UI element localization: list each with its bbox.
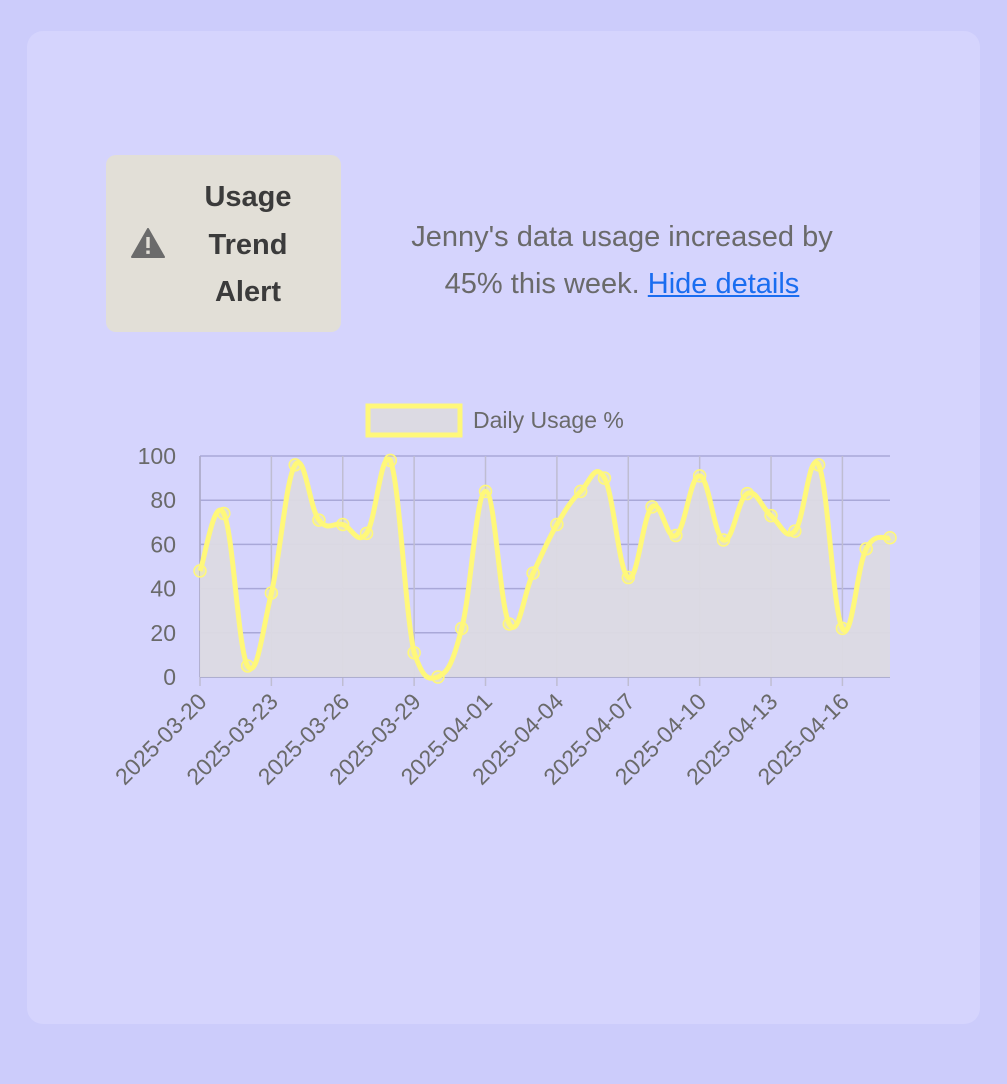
data-point (811, 458, 826, 472)
data-point (621, 570, 636, 585)
data-point (217, 506, 231, 521)
data-point (240, 659, 255, 673)
y-axis-tick-labels: 0 20 40 60 80 100 (138, 443, 176, 690)
data-point (692, 469, 707, 483)
legend-label: Daily Usage % (473, 407, 624, 433)
data-point (859, 542, 873, 556)
data-point (478, 484, 493, 499)
data-point (716, 533, 731, 547)
data-point (431, 670, 445, 684)
y-tick-label: 60 (150, 531, 176, 557)
data-point (550, 517, 564, 532)
data-point (573, 484, 588, 499)
daily-usage-chart: 0 20 40 60 80 100 2025-03-202025-03-232025-03… (110, 403, 897, 790)
series-area-fill (200, 458, 890, 679)
data-point (764, 508, 778, 523)
data-point (597, 471, 612, 485)
data-point (835, 621, 850, 636)
y-tick-label: 40 (150, 576, 176, 602)
data-point (288, 458, 302, 472)
data-point (526, 566, 540, 580)
data-point (883, 531, 897, 545)
data-point (454, 621, 469, 636)
y-tick-label: 80 (150, 487, 176, 513)
data-point (407, 645, 421, 660)
data-point (383, 453, 398, 468)
legend-swatch (365, 403, 463, 438)
data-point (359, 526, 374, 541)
data-point (740, 486, 754, 501)
y-tick-label: 20 (150, 620, 176, 646)
data-point (336, 517, 350, 532)
data-point (312, 513, 326, 527)
data-point (669, 528, 683, 543)
x-axis-tick-labels: 2025-03-202025-03-232025-03-262025-03-29… (110, 688, 854, 790)
data-point (502, 617, 517, 631)
data-point (193, 564, 207, 578)
y-tick-label: 100 (138, 443, 176, 469)
data-point (264, 586, 279, 600)
y-tick-label: 0 (163, 664, 176, 690)
data-point (788, 524, 802, 538)
data-point (645, 500, 659, 514)
chart-legend: Daily Usage % (365, 403, 624, 438)
